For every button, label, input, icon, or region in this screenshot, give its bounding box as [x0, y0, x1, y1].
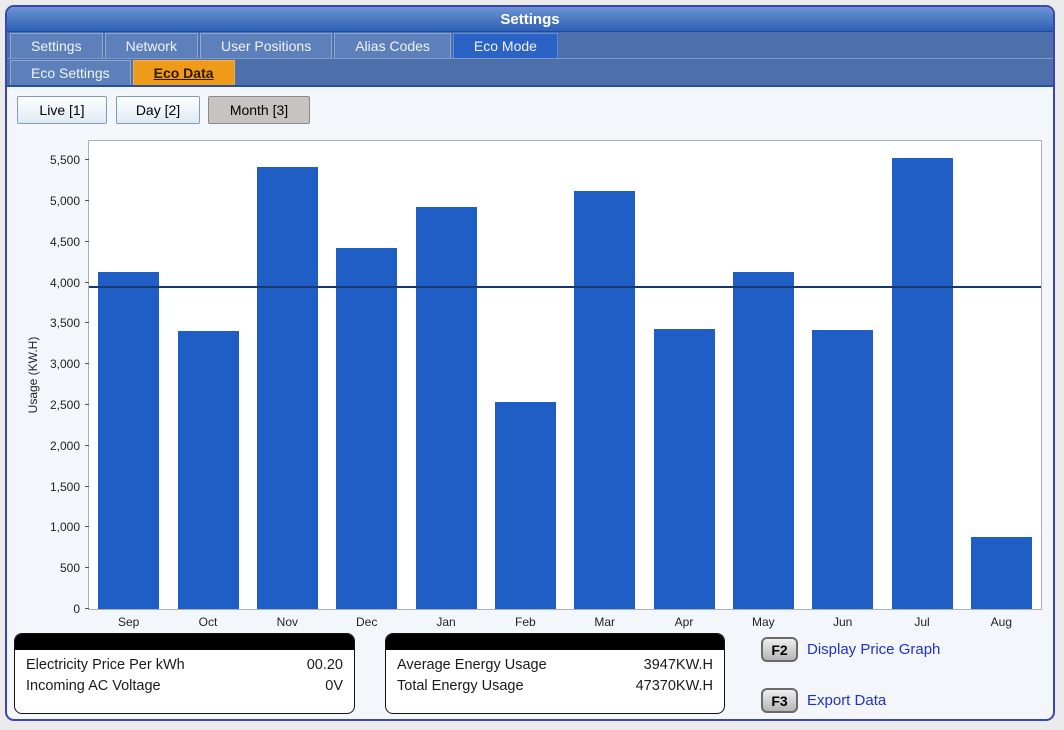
live-button[interactable]: Live [1] — [17, 96, 107, 124]
x-label-aug: Aug — [991, 615, 1012, 629]
bar-jul — [892, 158, 953, 609]
month-button[interactable]: Month [3] — [208, 96, 310, 124]
f2-key-label: F2 — [771, 642, 787, 658]
x-label-jul: Jul — [914, 615, 929, 629]
price-info-panel: Electricity Price Per kWh 00.20 Incoming… — [14, 633, 355, 714]
total-usage-label: Total Energy Usage — [397, 676, 524, 697]
bar-jun — [812, 330, 873, 609]
bar-may — [733, 272, 794, 609]
tab-eco-mode-label: Eco Mode — [474, 38, 537, 54]
title-bar: Settings — [7, 7, 1053, 32]
y-tick-mark — [85, 322, 89, 323]
y-tick-mark — [85, 363, 89, 364]
subtab-eco-settings-label: Eco Settings — [31, 65, 110, 81]
sub-tab-bar: Eco Settings Eco Data — [7, 59, 1053, 87]
bar-apr — [654, 329, 715, 609]
day-button[interactable]: Day [2] — [116, 96, 200, 124]
tab-network-label: Network — [126, 38, 177, 54]
tab-alias-codes[interactable]: Alias Codes — [334, 33, 451, 58]
bar-dec — [336, 248, 397, 610]
average-usage-row: Average Energy Usage 3947KW.H — [397, 655, 713, 676]
display-price-graph-link[interactable]: Display Price Graph — [807, 637, 940, 662]
y-tick-mark — [85, 567, 89, 568]
tab-settings[interactable]: Settings — [10, 33, 103, 58]
average-usage-label: Average Energy Usage — [397, 655, 547, 676]
bar-feb — [495, 402, 556, 609]
subtab-eco-settings[interactable]: Eco Settings — [10, 60, 131, 85]
f3-key-label: F3 — [771, 693, 787, 709]
energy-info-panel: Average Energy Usage 3947KW.H Total Ener… — [385, 633, 725, 714]
ac-voltage-label: Incoming AC Voltage — [26, 676, 161, 697]
tab-eco-mode[interactable]: Eco Mode — [453, 33, 558, 58]
energy-panel-header — [386, 634, 724, 650]
y-tick-label: 2,500 — [30, 398, 80, 412]
average-usage-line — [89, 286, 1041, 288]
average-usage-value: 3947KW.H — [644, 655, 713, 676]
tab-alias-codes-label: Alias Codes — [355, 38, 430, 54]
y-tick-label: 500 — [30, 561, 80, 575]
x-label-mar: Mar — [594, 615, 615, 629]
y-tick-label: 5,500 — [30, 153, 80, 167]
y-tick-mark — [85, 200, 89, 201]
electricity-price-label: Electricity Price Per kWh — [26, 655, 185, 676]
settings-window: Settings Settings Network User Positions… — [5, 5, 1055, 721]
tab-user-positions[interactable]: User Positions — [200, 33, 332, 58]
y-tick-label: 3,500 — [30, 316, 80, 330]
y-tick-label: 5,000 — [30, 194, 80, 208]
y-tick-mark — [85, 159, 89, 160]
month-button-label: Month [3] — [230, 102, 288, 118]
x-label-sep: Sep — [118, 615, 139, 629]
ac-voltage-row: Incoming AC Voltage 0V — [26, 676, 343, 697]
price-panel-header — [15, 634, 354, 650]
window-title: Settings — [500, 11, 559, 28]
x-label-feb: Feb — [515, 615, 536, 629]
x-label-jun: Jun — [833, 615, 852, 629]
y-tick-mark — [85, 241, 89, 242]
y-tick-mark — [85, 486, 89, 487]
y-tick-label: 4,500 — [30, 235, 80, 249]
bar-mar — [574, 191, 635, 609]
tab-network[interactable]: Network — [105, 33, 198, 58]
main-tab-bar: Settings Network User Positions Alias Co… — [7, 32, 1053, 59]
x-label-may: May — [752, 615, 775, 629]
tab-settings-label: Settings — [31, 38, 82, 54]
subtab-eco-data[interactable]: Eco Data — [133, 60, 235, 85]
y-tick-label: 1,500 — [30, 480, 80, 494]
y-tick-mark — [85, 445, 89, 446]
tab-user-positions-label: User Positions — [221, 38, 311, 54]
x-label-jan: Jan — [436, 615, 455, 629]
y-tick-label: 0 — [30, 602, 80, 616]
day-button-label: Day [2] — [136, 102, 180, 118]
subtab-eco-data-label: Eco Data — [154, 65, 214, 81]
y-tick-label: 2,000 — [30, 439, 80, 453]
bar-nov — [257, 167, 318, 609]
export-data-link[interactable]: Export Data — [807, 688, 886, 713]
y-tick-label: 3,000 — [30, 357, 80, 371]
bar-jan — [416, 207, 477, 609]
electricity-price-row: Electricity Price Per kWh 00.20 — [26, 655, 343, 676]
total-usage-value: 47370KW.H — [636, 676, 713, 697]
x-label-oct: Oct — [199, 615, 218, 629]
f3-key-button[interactable]: F3 — [761, 688, 798, 713]
y-tick-mark — [85, 526, 89, 527]
y-tick-mark — [85, 282, 89, 283]
bar-aug — [971, 537, 1032, 609]
x-label-apr: Apr — [675, 615, 694, 629]
total-usage-row: Total Energy Usage 47370KW.H — [397, 676, 713, 697]
electricity-price-value: 00.20 — [307, 655, 343, 676]
y-tick-label: 1,000 — [30, 520, 80, 534]
x-label-dec: Dec — [356, 615, 377, 629]
live-button-label: Live [1] — [39, 102, 84, 118]
bar-sep — [98, 272, 159, 609]
y-tick-label: 4,000 — [30, 276, 80, 290]
y-tick-mark — [85, 608, 89, 609]
bar-oct — [178, 331, 239, 609]
f2-key-button[interactable]: F2 — [761, 637, 798, 662]
y-tick-mark — [85, 404, 89, 405]
usage-bar-chart: Usage (KW.H) 05001,0001,5002,0002,5003,0… — [88, 140, 1042, 610]
x-label-nov: Nov — [277, 615, 298, 629]
ac-voltage-value: 0V — [325, 676, 343, 697]
